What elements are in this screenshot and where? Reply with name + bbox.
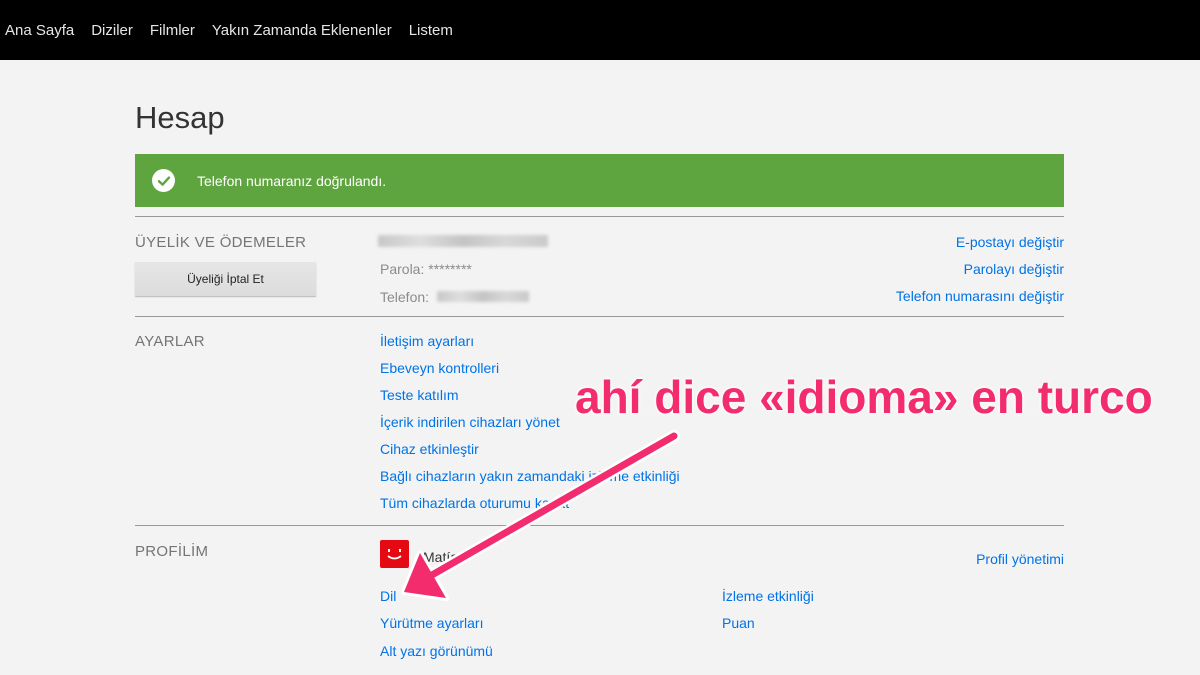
page-title: Hesap [135, 100, 225, 135]
nav-home[interactable]: Ana Sayfa [5, 22, 74, 39]
annotation-text: ahí dice «idioma» en turco [575, 371, 1153, 423]
activate-device-link[interactable]: Cihaz etkinleştir [380, 441, 479, 457]
profile-name: Matías [423, 549, 466, 565]
language-link[interactable]: Dil [380, 588, 396, 604]
change-email-link[interactable]: E-postayı değiştir [956, 234, 1064, 250]
parental-controls-link[interactable]: Ebeveyn kontrolleri [380, 360, 499, 376]
profile-section-title: PROFİLİM [135, 543, 209, 560]
settings-section-title: AYARLAR [135, 333, 205, 350]
change-password-link[interactable]: Parolayı değiştir [964, 261, 1064, 277]
playback-settings-link[interactable]: Yürütme ayarları [380, 615, 483, 631]
nav-my-list[interactable]: Listem [409, 22, 453, 39]
divider [135, 525, 1064, 526]
nav-movies[interactable]: Filmler [150, 22, 195, 39]
smiley-face-icon [387, 549, 402, 560]
password-label: Parola: ******** [380, 261, 472, 277]
blurred-phone [437, 291, 529, 302]
blurred-email [378, 235, 548, 247]
subtitle-appearance-link[interactable]: Alt yazı görünümü [380, 643, 493, 659]
communication-settings-link[interactable]: İletişim ayarları [380, 333, 474, 349]
divider [135, 316, 1064, 317]
manage-download-devices-link[interactable]: İçerik indirilen cihazları yönet [380, 414, 560, 430]
phone-label: Telefon: [380, 289, 430, 305]
membership-section-title: ÜYELİK VE ÖDEMELER [135, 234, 307, 251]
cancel-membership-button[interactable]: Üyeliği İptal Et [135, 262, 316, 296]
sign-out-all-devices-link[interactable]: Tüm cihazlarda oturumu kapat [380, 495, 569, 511]
change-phone-link[interactable]: Telefon numarasını değiştir [896, 288, 1064, 304]
top-nav: Ana Sayfa Diziler Filmler Yakın Zamanda … [0, 0, 1200, 60]
ratings-link[interactable]: Puan [722, 615, 755, 631]
nav-recently-added[interactable]: Yakın Zamanda Eklenenler [212, 22, 392, 39]
profile-management-link[interactable]: Profil yönetimi [976, 551, 1064, 567]
viewing-activity-link[interactable]: İzleme etkinliği [722, 588, 814, 604]
success-banner: Telefon numaranız doğrulandı. [135, 154, 1064, 207]
test-participation-link[interactable]: Teste katılım [380, 387, 459, 403]
recent-device-streaming-link[interactable]: Bağlı cihazların yakın zamandaki izleme … [380, 468, 680, 484]
avatar[interactable] [380, 540, 409, 568]
divider [135, 216, 1064, 217]
checkmark-icon [152, 169, 175, 192]
nav-series[interactable]: Diziler [91, 22, 133, 39]
banner-message: Telefon numaranız doğrulandı. [197, 172, 387, 189]
